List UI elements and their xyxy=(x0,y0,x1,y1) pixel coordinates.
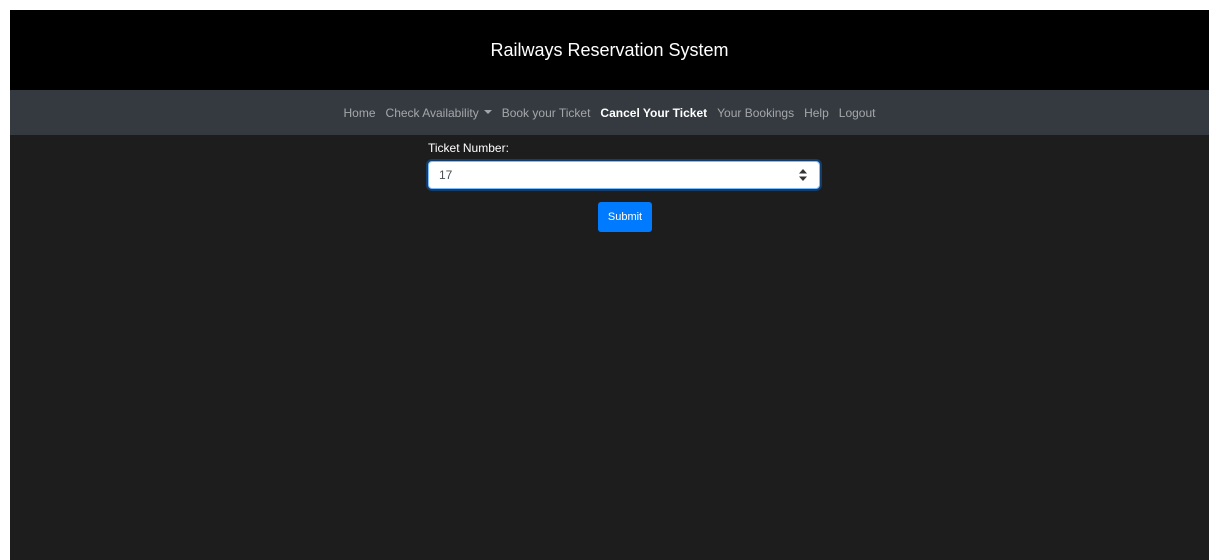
submit-row: Submit xyxy=(428,202,822,232)
nav-home[interactable]: Home xyxy=(344,106,376,120)
nav-book-ticket[interactable]: Book your Ticket xyxy=(502,106,591,120)
nav-check-availability-label: Check Availability xyxy=(385,105,479,120)
submit-button[interactable]: Submit xyxy=(597,202,653,232)
site-header: Railways Reservation System xyxy=(10,10,1209,90)
caret-down-icon xyxy=(483,110,492,115)
cancel-ticket-form: Ticket Number: Submit xyxy=(428,141,822,232)
ticket-number-label: Ticket Number: xyxy=(428,141,509,155)
page-title: Railways Reservation System xyxy=(490,39,729,60)
nav-help[interactable]: Help xyxy=(804,106,829,120)
spinner-arrows-icon[interactable] xyxy=(799,169,807,181)
ticket-number-input[interactable] xyxy=(429,162,789,188)
nav-your-bookings[interactable]: Your Bookings xyxy=(717,106,794,120)
app-window: Railways Reservation System Home Check A… xyxy=(10,10,1209,560)
nav-logout[interactable]: Logout xyxy=(839,106,876,120)
main-navbar: Home Check Availability Book your Ticket… xyxy=(10,90,1209,135)
ticket-number-field xyxy=(428,161,820,189)
nav-check-availability-dropdown[interactable]: Check Availability xyxy=(386,106,492,120)
nav-cancel-ticket[interactable]: Cancel Your Ticket xyxy=(600,106,707,120)
